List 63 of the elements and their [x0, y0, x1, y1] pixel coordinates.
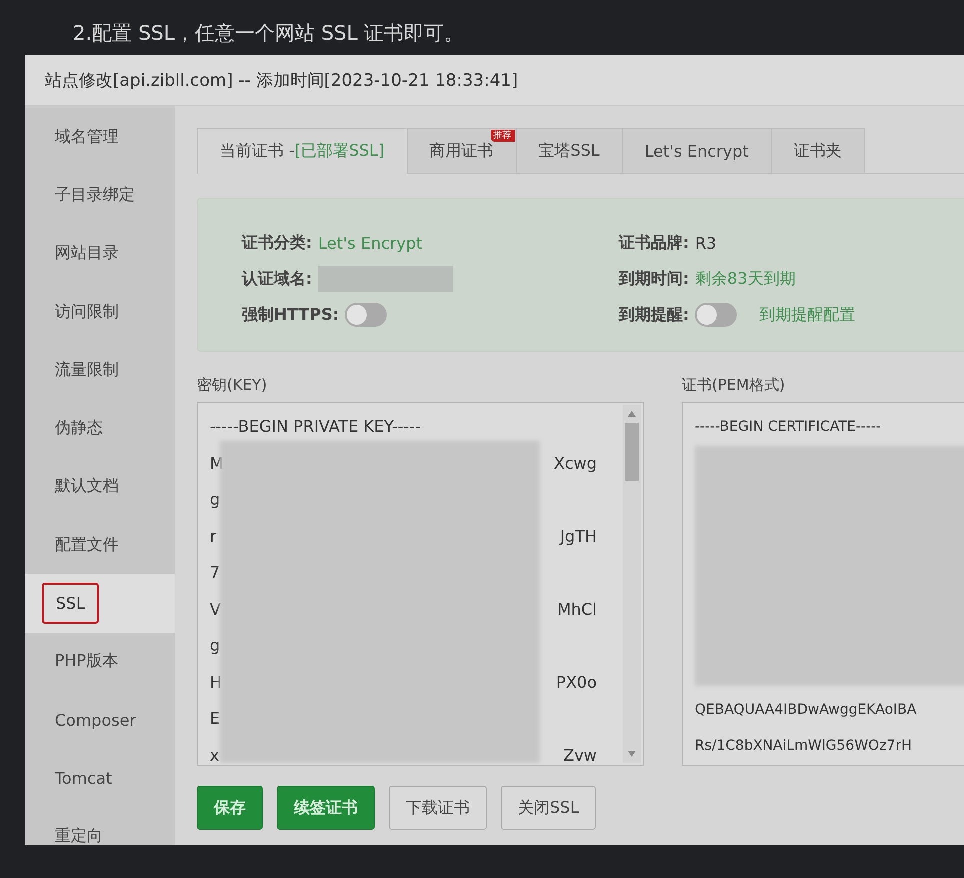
cert-line: Rs/1C8bXNAiLmWlG56WOz7rH — [695, 737, 912, 756]
key-label: 密钥(KEY) — [197, 376, 268, 396]
sidebar-item[interactable]: 流量限制 — [25, 341, 175, 400]
sidebar-item[interactable]: SSL — [25, 574, 175, 633]
field-label: 证书品牌: — [619, 232, 690, 254]
scroll-up-icon[interactable] — [627, 410, 637, 418]
sidebar-item[interactable]: 网站目录 — [25, 224, 175, 283]
cert-line: QEBAQUAA4IBDwAwggEKAoIBA — [695, 700, 917, 720]
sidebar-item[interactable]: Composer — [25, 690, 175, 750]
cert-line: -----BEGIN CERTIFICATE----- — [695, 418, 882, 437]
key-fragment: M — [210, 452, 224, 474]
toggle-switch[interactable] — [695, 303, 738, 327]
action-button[interactable]: 下载证书 — [389, 786, 487, 830]
key-fragment: x — [210, 744, 220, 765]
highlight-box: SSL — [42, 583, 100, 624]
sidebar-item[interactable]: 域名管理 — [25, 108, 175, 166]
sidebar-item[interactable]: Tomcat — [25, 749, 175, 808]
scroll-down-icon[interactable] — [627, 750, 637, 758]
sidebar-item[interactable]: 访问限制 — [25, 282, 175, 342]
sidebar-item[interactable]: 子目录绑定 — [25, 166, 175, 225]
key-fragment: g — [210, 489, 220, 511]
key-fragment: Zvw — [563, 744, 597, 765]
tab[interactable]: Let's Encrypt — [622, 128, 772, 173]
field-value: 剩余83天到期 — [695, 268, 796, 290]
key-textarea[interactable]: -----BEGIN PRIVATE KEY----- M Xcwg g r JgTH 7 V MhCl g H PX0o E x Zvw — [197, 402, 644, 766]
key-fragment: 7 — [210, 562, 220, 584]
key-line: -----BEGIN PRIVATE KEY----- — [210, 416, 421, 438]
sidebar-item[interactable]: PHP版本 — [25, 632, 175, 691]
action-button[interactable]: 保存 — [197, 786, 263, 830]
key-fragment: H — [210, 672, 222, 694]
key-fragment: Xcwg — [554, 452, 597, 474]
key-fragment: JgTH — [560, 526, 597, 548]
scroll-thumb[interactable] — [625, 423, 639, 481]
key-fragment: V — [210, 598, 221, 620]
key-fragment: PX0o — [556, 672, 597, 694]
key-fragment: MhCl — [557, 598, 597, 620]
field-value: R3 — [695, 234, 717, 252]
scrollbar[interactable] — [623, 405, 641, 763]
tab[interactable]: 商用证书 推荐 — [406, 128, 517, 173]
field-label: 到期提醒: — [619, 304, 690, 326]
field-label: 证书分类: — [242, 232, 312, 254]
action-button[interactable]: 关闭SSL — [501, 786, 596, 830]
sidebar-item[interactable]: 重定向 — [25, 808, 175, 845]
cert-textarea[interactable]: -----BEGIN CERTIFICATE----- QEBAQUAA4IBDwAwggEKAoIBA Rs/1C8bXNAiLmWlG56WOz7rH — [682, 402, 964, 766]
key-fragment: g — [210, 635, 220, 657]
field-label: 到期时间: — [619, 268, 690, 290]
field-value: Let's Encrypt — [318, 234, 422, 252]
window-title: 站点修改[api.zibll.com] -- 添加时间[2023-10-21 18:33:41] — [45, 70, 518, 92]
tab[interactable]: 当前证书 -[已部署SSL] — [197, 128, 408, 174]
tab[interactable]: 证书夹 — [770, 128, 865, 173]
tab[interactable]: 宝塔SSL — [516, 128, 623, 173]
sidebar-item[interactable]: 默认文档 — [25, 458, 175, 516]
field-label: 强制HTTPS: — [242, 304, 340, 326]
action-button[interactable]: 续签证书 — [277, 786, 375, 830]
key-fragment: E — [210, 708, 220, 730]
field-label: 认证域名: — [242, 268, 312, 290]
toggle-switch[interactable] — [345, 303, 388, 327]
step-heading: 2.配置 SSL，任意一个网站 SSL 证书即可。 — [72, 20, 466, 47]
ribbon-badge: 推荐 — [490, 130, 515, 142]
key-fragment: r — [210, 526, 217, 548]
sidebar-item[interactable]: 伪静态 — [25, 399, 175, 458]
sidebar-item[interactable]: 配置文件 — [25, 516, 175, 574]
cert-label: 证书(PEM格式) — [682, 376, 786, 396]
